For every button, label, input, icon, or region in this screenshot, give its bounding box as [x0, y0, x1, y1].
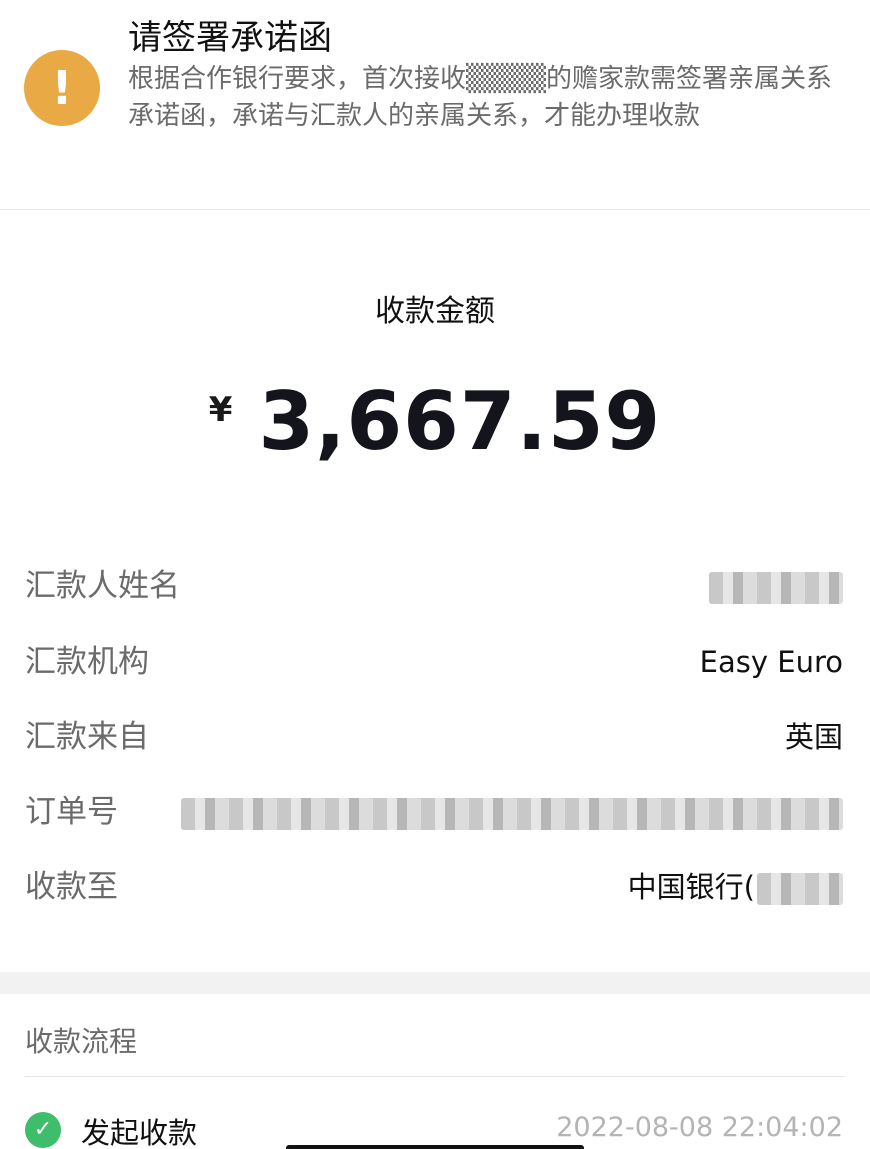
detail-value-redacted: [181, 787, 843, 837]
amount-label: 收款金额: [375, 294, 495, 329]
redacted-value: [709, 572, 843, 604]
detail-label: 汇款机构: [25, 644, 149, 680]
detail-label: 汇款来自: [25, 719, 149, 755]
notice-body: 根据合作银行要求，首次接收▒▒▒▒的赡家款需签署亲属关系承诺函，承诺与汇款人的亲…: [128, 64, 832, 131]
detail-row-to: 收款至 中国银行(: [25, 862, 843, 912]
detail-value: Easy Euro: [699, 645, 843, 679]
home-indicator[interactable]: [286, 1145, 584, 1149]
detail-label: 汇款人姓名: [25, 568, 180, 604]
detail-row-institution: 汇款机构 Easy Euro: [25, 637, 843, 687]
section-divider: [0, 972, 870, 994]
flow-step-time: 2022-08-08 22:04:02: [556, 1112, 843, 1143]
detail-label: 收款至: [25, 869, 118, 905]
amount-value: 3,667.59: [258, 375, 662, 468]
detail-value-redacted: [709, 561, 843, 611]
redacted-value: [757, 873, 843, 905]
amount-display: ¥3,667.59: [0, 372, 870, 472]
divider: [25, 1076, 845, 1077]
detail-value: 英国: [784, 720, 843, 754]
currency-symbol: ¥: [208, 390, 233, 430]
notice-title: 请签署承诺函: [128, 18, 332, 58]
redacted-value: [181, 798, 843, 830]
detail-row-from: 汇款来自 英国: [25, 712, 843, 762]
exclamation-icon: !: [24, 50, 100, 126]
flow-step-label: 发起收款: [81, 1116, 198, 1149]
bank-name: 中国银行(: [627, 870, 755, 904]
flow-title: 收款流程: [25, 1025, 138, 1058]
detail-label: 订单号: [25, 794, 118, 830]
detail-row-remitter-name: 汇款人姓名: [25, 561, 843, 611]
check-circle-icon: ✓: [25, 1112, 61, 1148]
detail-value: 中国银行(: [628, 862, 843, 912]
commitment-notice[interactable]: ! 请签署承诺函 根据合作银行要求，首次接收▒▒▒▒的赡家款需签署亲属关系承诺函…: [0, 0, 870, 210]
detail-row-order-no: 订单号: [25, 787, 843, 837]
